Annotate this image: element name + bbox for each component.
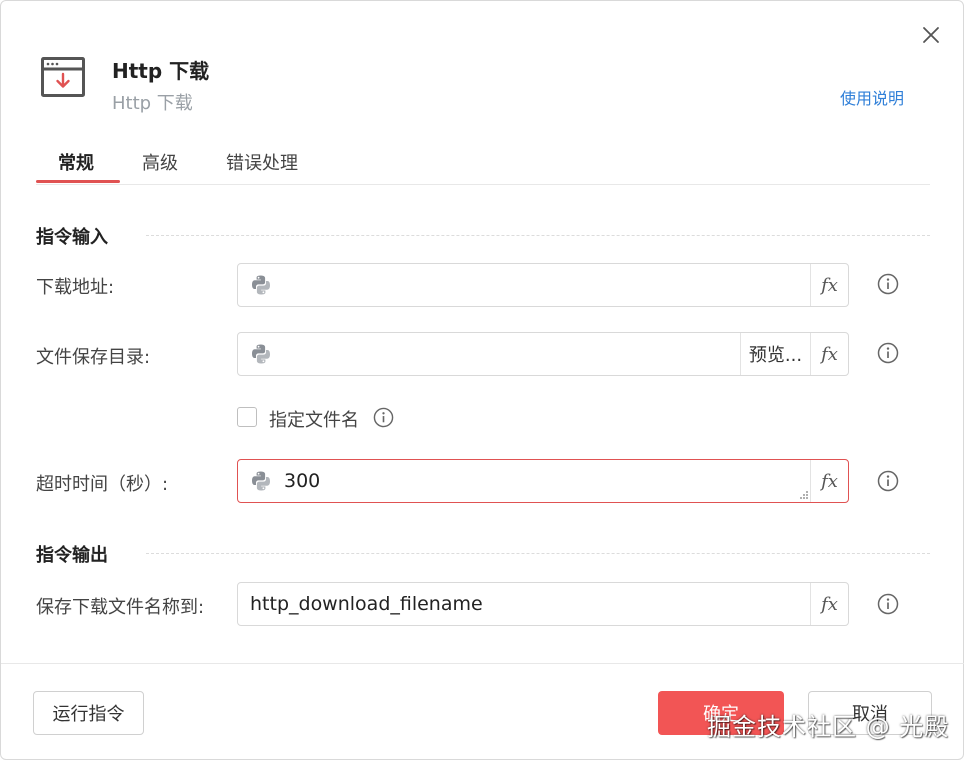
watermark: 掘金技术社区 @ 光殿: [707, 713, 950, 741]
timeout-label: 超时时间（秒）:: [36, 474, 169, 495]
python-icon: [238, 460, 284, 502]
tab-advanced[interactable]: 高级: [142, 149, 178, 175]
close-button[interactable]: [917, 21, 945, 49]
specify-filename-label[interactable]: 指定文件名: [269, 406, 359, 432]
timeout-input[interactable]: 300: [284, 460, 810, 502]
resize-grip-icon[interactable]: [800, 491, 808, 499]
output-var-label: 保存下载文件名称到:: [36, 597, 205, 618]
specify-filename-checkbox[interactable]: [237, 407, 257, 427]
download-url-field[interactable]: fx: [237, 263, 849, 307]
output-var-field[interactable]: http_download_filename fx: [237, 582, 849, 626]
download-url-input[interactable]: [284, 264, 810, 306]
python-icon: [238, 264, 284, 306]
python-icon: [238, 333, 284, 375]
help-link[interactable]: 使用说明: [840, 85, 904, 109]
info-icon[interactable]: [373, 407, 394, 428]
save-dir-field[interactable]: 预览... fx: [237, 332, 849, 376]
input-section-title: 指令输入: [36, 227, 108, 248]
info-icon[interactable]: [877, 273, 899, 295]
tab-error-handling[interactable]: 错误处理: [226, 149, 298, 175]
save-dir-label: 文件保存目录:: [36, 347, 151, 368]
fx-button[interactable]: fx: [810, 460, 848, 502]
dialog-subtitle: Http 下载: [112, 93, 193, 114]
close-icon: [923, 27, 939, 43]
fx-button[interactable]: fx: [810, 583, 848, 625]
download-url-label: 下载地址:: [36, 277, 115, 298]
save-dir-input[interactable]: [284, 333, 740, 375]
info-icon[interactable]: [877, 593, 899, 615]
footer-divider: [1, 663, 964, 664]
browse-button[interactable]: 预览...: [740, 333, 810, 375]
section-divider: [146, 235, 930, 236]
tab-general[interactable]: 常规: [58, 149, 94, 175]
output-section-title: 指令输出: [36, 545, 108, 566]
tab-bar: 常规 高级 错误处理: [36, 141, 930, 185]
section-divider: [146, 553, 930, 554]
fx-button[interactable]: fx: [810, 264, 848, 306]
info-icon[interactable]: [877, 342, 899, 364]
active-tab-indicator: [36, 180, 120, 183]
http-download-dialog: Http 下载 Http 下载 使用说明 常规 高级 错误处理 指令输入 下载地…: [0, 0, 964, 760]
output-var-input[interactable]: http_download_filename: [238, 583, 810, 625]
download-window-icon: [41, 57, 85, 97]
fx-button[interactable]: fx: [810, 333, 848, 375]
timeout-field[interactable]: 300 fx: [237, 459, 849, 503]
info-icon[interactable]: [877, 470, 899, 492]
dialog-title: Http 下载: [112, 59, 210, 83]
run-command-button[interactable]: 运行指令: [33, 691, 144, 735]
